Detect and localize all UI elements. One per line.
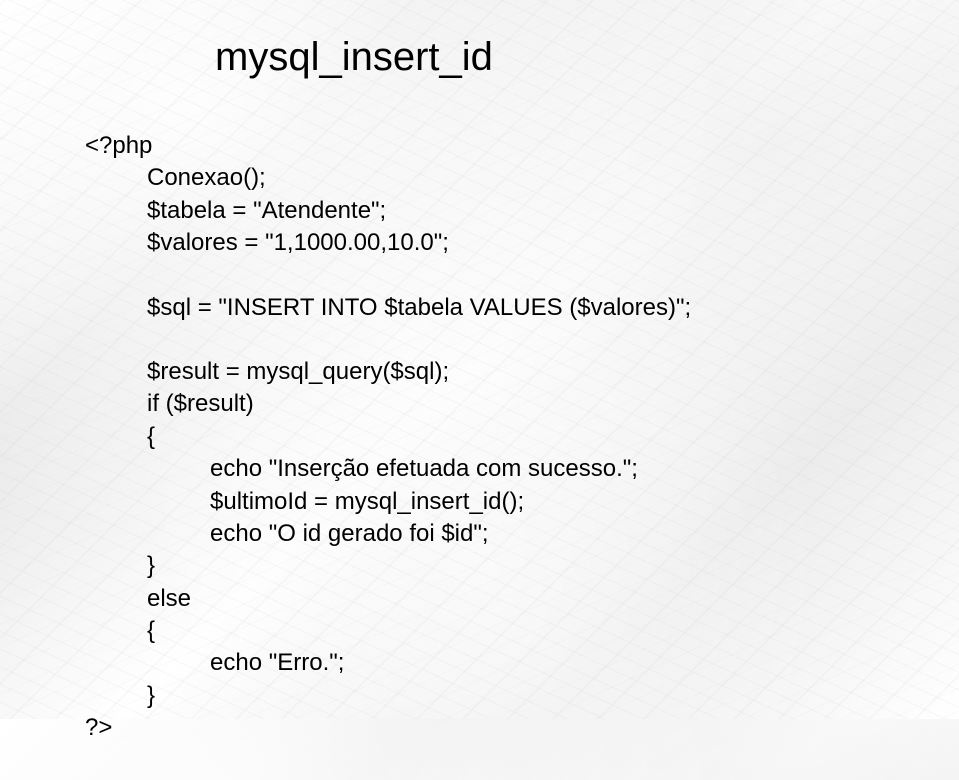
code-line: $ultimoId = mysql_insert_id();: [210, 486, 909, 518]
code-line: $valores = "1,1000.00,10.0";: [147, 227, 909, 259]
slide-title: mysql_insert_id: [215, 35, 909, 80]
code-line: {: [147, 421, 909, 453]
code-line: $result = mysql_query($sql);: [147, 356, 909, 388]
code-line: {: [147, 615, 909, 647]
code-block: <?php Conexao(); $tabela = "Atendente"; …: [85, 130, 909, 745]
code-line: $tabela = "Atendente";: [147, 195, 909, 227]
code-line: <?php: [85, 130, 909, 162]
slide-content: mysql_insert_id <?php Conexao(); $tabela…: [0, 0, 959, 780]
code-line: echo "Erro.";: [210, 647, 909, 679]
code-line: ?>: [85, 712, 909, 744]
code-line: }: [147, 680, 909, 712]
code-line: }: [147, 550, 909, 582]
code-line: else: [147, 583, 909, 615]
code-line: Conexao();: [147, 162, 909, 194]
code-line: $sql = "INSERT INTO $tabela VALUES ($val…: [147, 292, 909, 324]
code-line: echo "Inserção efetuada com sucesso.";: [210, 453, 909, 485]
code-line: echo "O id gerado foi $id";: [210, 518, 909, 550]
code-line: if ($result): [147, 388, 909, 420]
